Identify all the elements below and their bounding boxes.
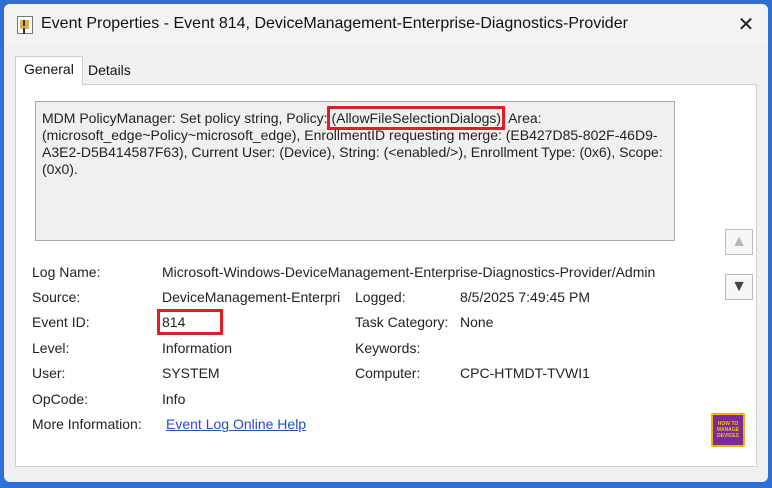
event-description[interactable]: MDM PolicyManager: Set policy string, Po… [35, 101, 675, 241]
task-category-value: None [460, 314, 494, 330]
tab-details[interactable]: Details [80, 58, 139, 84]
level-value: Information [162, 340, 233, 356]
opcode-label: OpCode: [32, 391, 89, 407]
next-event-button[interactable]: ▼ [725, 274, 753, 300]
close-button[interactable]: ✕ [724, 4, 768, 44]
description-policy-highlight: (AllowFileSelectionDialogs) [327, 106, 506, 130]
source-label: Source: [32, 289, 81, 305]
task-category-label: Task Category: [355, 314, 449, 330]
logged-value: 8/5/2025 7:49:45 PM [460, 289, 590, 305]
previous-event-button[interactable]: ▲ [725, 229, 753, 255]
how-to-manage-devices-logo: HOW TO MANAGE DEVICES [711, 413, 745, 447]
more-information-label: More Information: [32, 416, 142, 432]
arrow-down-icon: ▼ [731, 278, 747, 295]
source-value: DeviceManagement-Enterpri [162, 289, 341, 305]
event-viewer-icon [17, 16, 33, 34]
log-name-label: Log Name: [32, 264, 101, 280]
log-name-value: Microsoft-Windows-DeviceManagement-Enter… [162, 264, 656, 280]
event-log-online-help-link[interactable]: Event Log Online Help [166, 416, 306, 432]
window-title: Event Properties - Event 814, DeviceMana… [41, 15, 628, 32]
logged-label: Logged: [355, 289, 406, 305]
opcode-value: Info [162, 391, 186, 407]
title-bar: Event Properties - Event 814, DeviceMana… [4, 4, 768, 44]
general-panel: MDM PolicyManager: Set policy string, Po… [15, 84, 757, 467]
event-properties-window: Event Properties - Event 814, DeviceMana… [4, 4, 768, 482]
tab-general[interactable]: General [15, 56, 83, 85]
logo-line-3: DEVICES [717, 433, 739, 439]
event-id-label: Event ID: [32, 314, 90, 330]
computer-value: CPC-HTMDT-TVWI1 [460, 365, 590, 381]
keywords-label: Keywords: [355, 340, 421, 356]
arrow-up-icon: ▲ [731, 233, 747, 250]
level-label: Level: [32, 340, 70, 356]
description-text-before: MDM PolicyManager: Set policy string, Po… [42, 110, 332, 126]
user-label: User: [32, 365, 66, 381]
user-value: SYSTEM [162, 365, 220, 381]
event-id-value: 814 [157, 309, 223, 335]
computer-label: Computer: [355, 365, 421, 381]
